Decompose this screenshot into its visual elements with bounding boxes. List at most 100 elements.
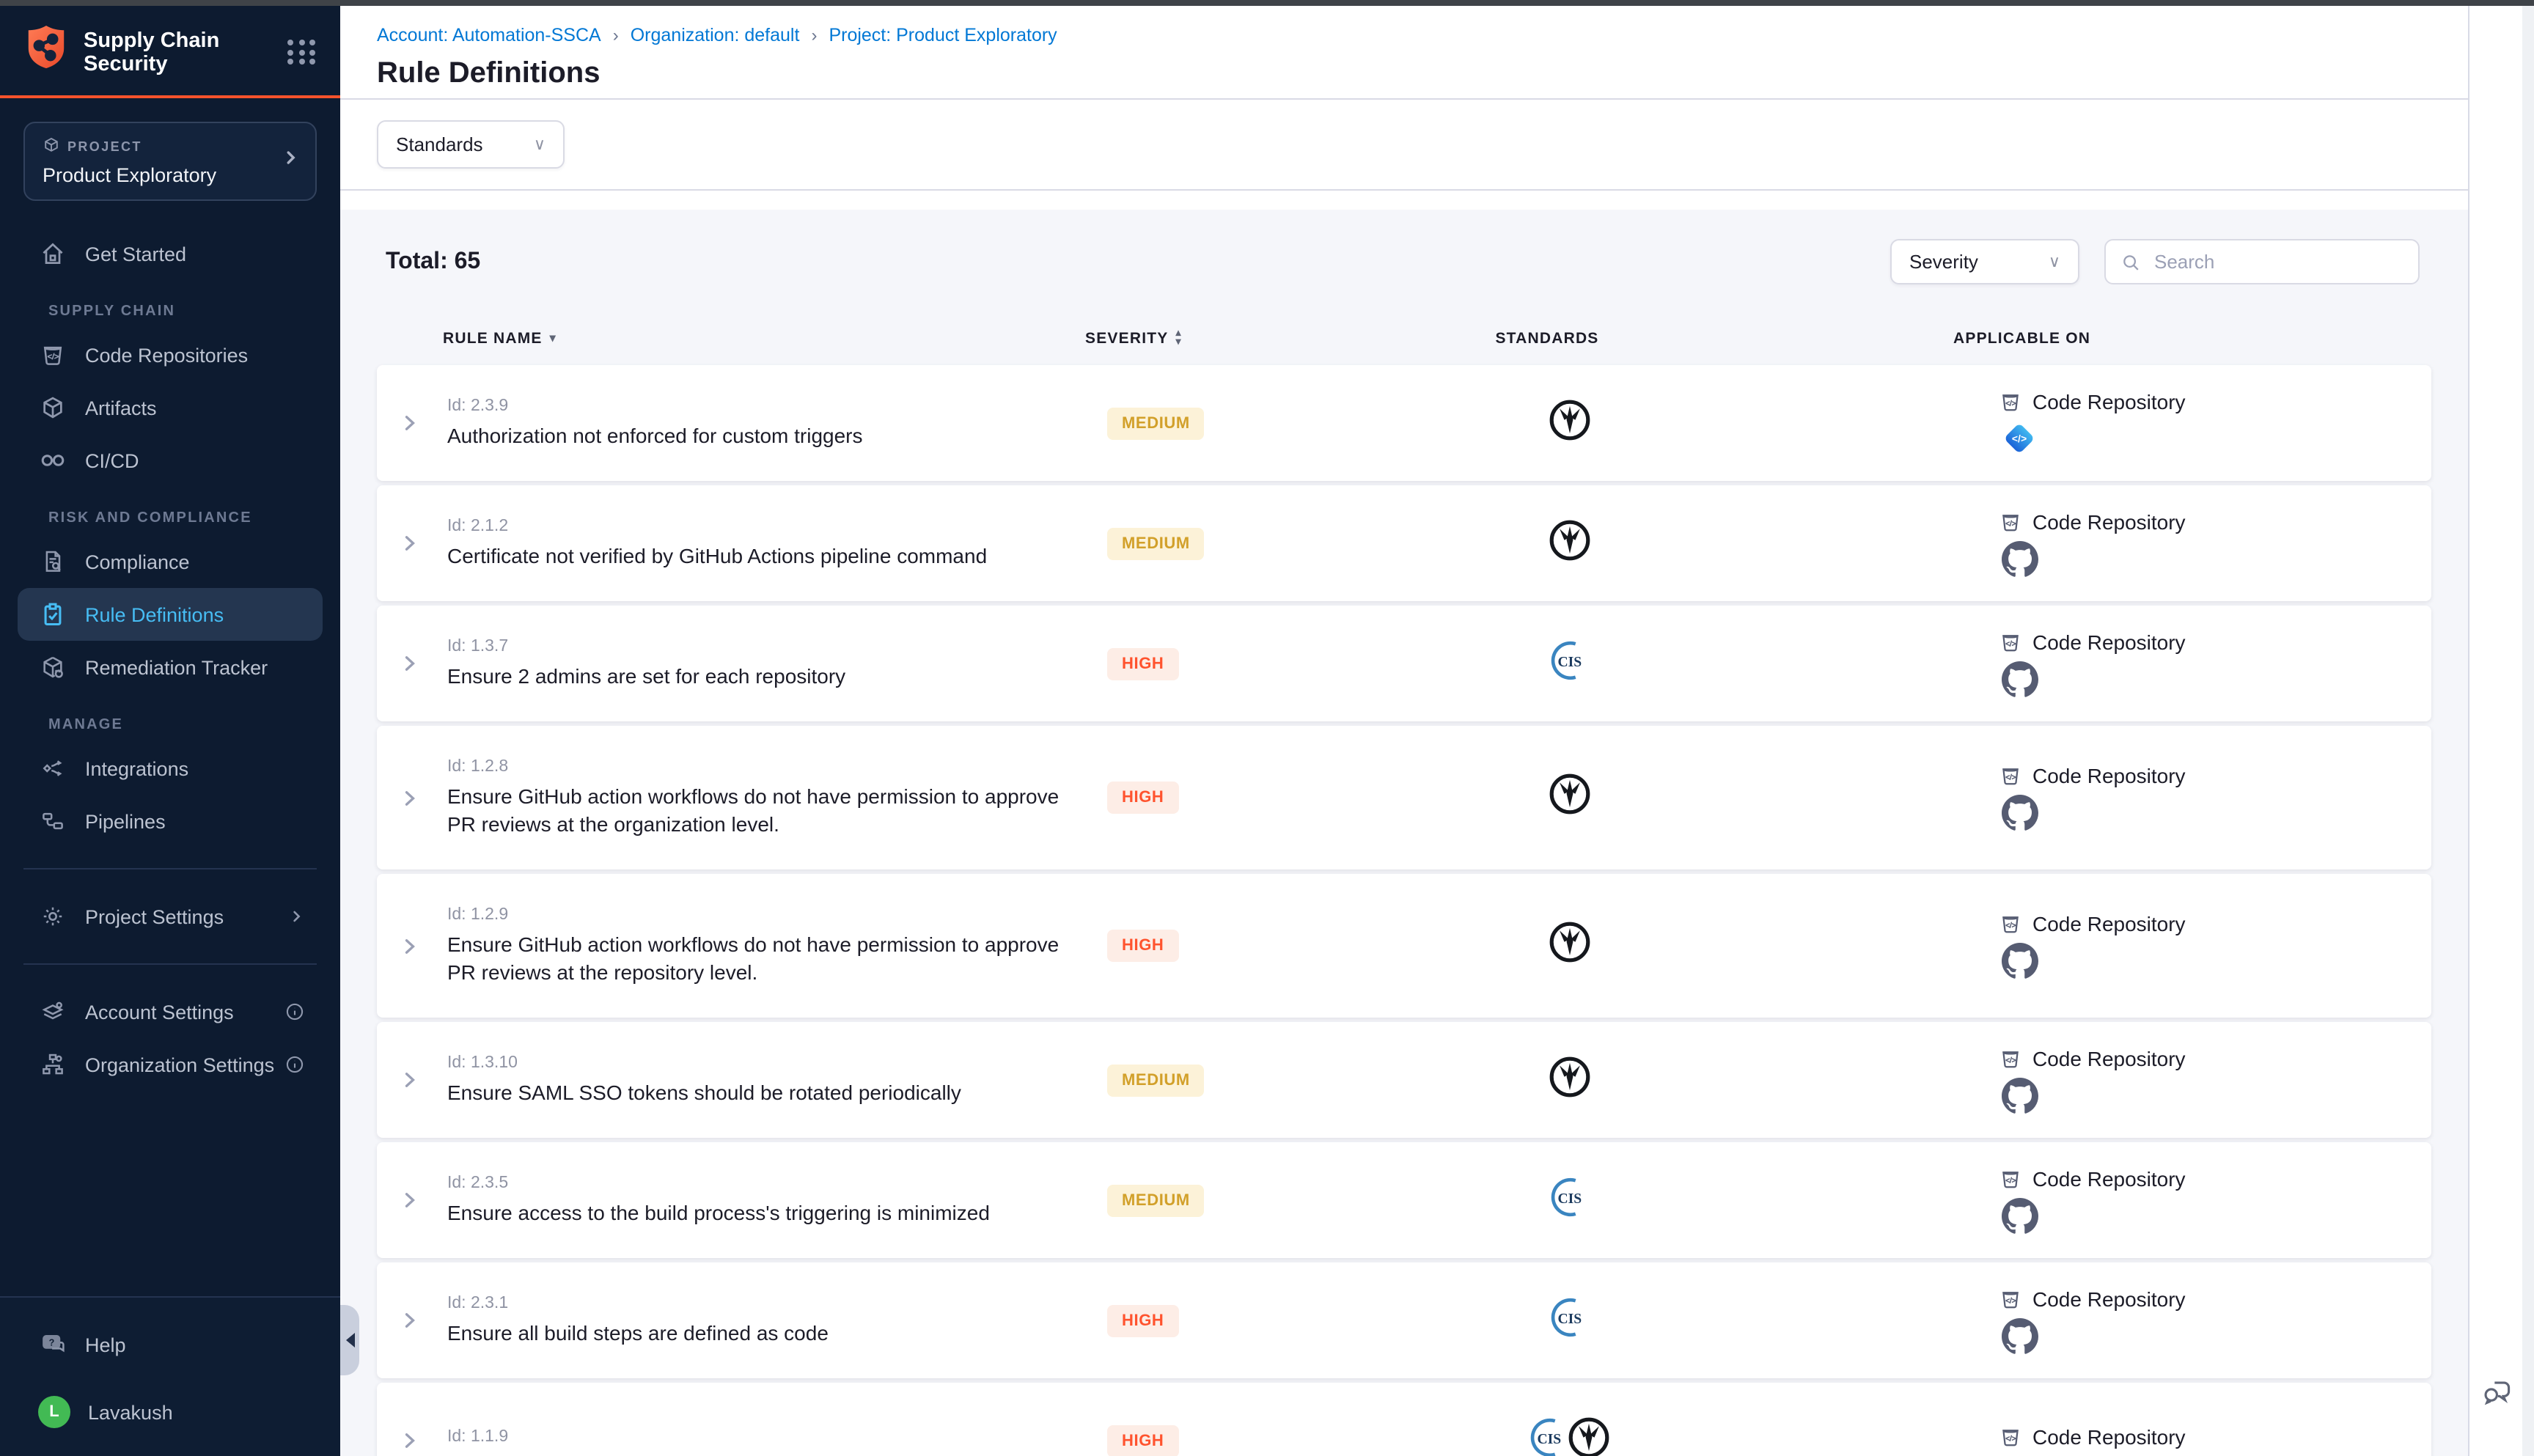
svg-text:CIS: CIS: [1557, 654, 1581, 669]
sidebar-item-pipelines[interactable]: Pipelines: [18, 795, 323, 848]
module-grid-icon[interactable]: [287, 40, 317, 65]
breadcrumb-account-link[interactable]: Account: Automation-SSCA: [377, 25, 601, 45]
sidebar-item-integrations[interactable]: Integrations: [18, 742, 323, 795]
rule-name: Ensure SAML SSO tokens should be rotated…: [447, 1078, 1107, 1106]
severity-badge: HIGH: [1107, 647, 1178, 680]
severity-filter-dropdown[interactable]: Severity ∨: [1890, 239, 2079, 284]
rules-list: Id: 2.3.9 Authorization not enforced for …: [377, 365, 2431, 1456]
total-count: Total: 65: [386, 249, 480, 275]
table-row[interactable]: Id: 1.3.10 Ensure SAML SSO tokens should …: [377, 1022, 2431, 1138]
table-row[interactable]: Id: 1.2.8 Ensure GitHub action workflows …: [377, 726, 2431, 869]
owasp-icon: [1546, 1054, 1592, 1106]
applicable-on-label: Code Repository: [2032, 764, 2186, 787]
divider: [23, 963, 317, 965]
column-header-severity[interactable]: SEVERITY ▴▾: [1085, 330, 1349, 348]
sidebar-item-code-repositories[interactable]: </> Code Repositories: [18, 328, 323, 381]
table-row[interactable]: Id: 2.3.5Ensure access to the build proc…: [377, 1142, 2431, 1258]
owasp-icon: [1546, 771, 1592, 824]
github-icon: [2002, 943, 2431, 979]
section-label-risk-and-compliance: RISK AND COMPLIANCE: [0, 510, 340, 535]
brand-title: Supply Chain Security: [84, 29, 219, 76]
applicable-on-label: Code Repository: [2032, 1287, 2186, 1310]
chat-help-icon[interactable]: [2481, 1375, 2513, 1415]
supply-chain-security-shield-logo-icon: [23, 23, 69, 81]
sidebar: Supply Chain Security PROJECT Product Ex…: [0, 6, 340, 1456]
code-repository-icon: </>: [1999, 1166, 2022, 1190]
sidebar-item-organization-settings[interactable]: Organization Settings: [18, 1038, 323, 1091]
search-box[interactable]: [2104, 239, 2420, 284]
rule-id: Id: 2.3.5: [447, 1174, 1107, 1191]
info-icon[interactable]: [284, 1001, 305, 1022]
table-row[interactable]: Id: 2.3.9 Authorization not enforced for …: [377, 365, 2431, 481]
applicable-on-label: Code Repository: [2032, 630, 2186, 653]
search-input[interactable]: [2151, 249, 2403, 274]
layers-gear-icon: [38, 997, 67, 1026]
owasp-icon: [1546, 517, 1592, 570]
search-icon: [2120, 251, 2141, 272]
github-icon: [2002, 1077, 2431, 1114]
chevron-right-icon[interactable]: [399, 1189, 447, 1211]
breadcrumb-separator: ›: [613, 25, 619, 45]
help-button[interactable]: ? Help: [18, 1318, 323, 1371]
svg-text:</>: </>: [2005, 400, 2016, 408]
severity-badge: MEDIUM: [1107, 527, 1205, 559]
cis-icon: CIS: [1546, 1174, 1592, 1227]
integrations-icon: [38, 754, 67, 783]
sidebar-item-account-settings[interactable]: Account Settings: [18, 985, 323, 1038]
divider: [23, 868, 317, 869]
table-row[interactable]: Id: 1.1.9 HIGH CIS </>Code Repository: [377, 1383, 2431, 1456]
sidebar-item-rule-definitions[interactable]: Rule Definitions: [18, 588, 323, 641]
table-row[interactable]: Id: 2.3.1Ensure all build steps are defi…: [377, 1262, 2431, 1378]
sidebar-item-compliance[interactable]: Compliance: [18, 535, 323, 588]
sidebar-collapse-handle[interactable]: [340, 1305, 359, 1375]
home-icon: [38, 239, 67, 268]
owasp-icon: [1566, 1414, 1612, 1456]
svg-text:</>: </>: [2012, 433, 2027, 444]
sidebar-item-get-started[interactable]: Get Started: [18, 227, 323, 280]
rule-name: Ensure all build steps are defined as co…: [447, 1319, 1107, 1347]
right-gutter: [2468, 6, 2534, 1456]
project-selector[interactable]: PROJECT Product Exploratory: [23, 122, 317, 201]
info-icon[interactable]: [284, 1054, 305, 1075]
svg-text:</>: </>: [2005, 922, 2016, 930]
rule-id: Id: 1.2.8: [447, 757, 1107, 775]
chevron-right-icon[interactable]: [399, 1069, 447, 1091]
sidebar-item-artifacts[interactable]: Artifacts: [18, 381, 323, 434]
table-row[interactable]: Id: 1.3.7Ensure 2 admins are set for eac…: [377, 606, 2431, 721]
table-row[interactable]: Id: 1.2.9Ensure GitHub action workflows …: [377, 874, 2431, 1018]
sidebar-dock: ? Help L Lavakush: [0, 1296, 340, 1456]
sidebar-item-cicd[interactable]: CI/CD: [18, 434, 323, 487]
rule-id: Id: 2.3.9: [447, 397, 1107, 414]
svg-text:</>: </>: [2005, 519, 2016, 527]
scrollbar[interactable]: [2522, 6, 2534, 1456]
sidebar-item-project-settings[interactable]: Project Settings: [18, 890, 323, 943]
severity-badge: MEDIUM: [1107, 1064, 1205, 1096]
artifacts-cube-icon: [38, 393, 67, 422]
avatar: L: [38, 1396, 70, 1428]
chevron-right-icon[interactable]: [399, 1430, 447, 1452]
rule-name: Authorization not enforced for custom tr…: [447, 422, 1107, 449]
chevron-right-icon[interactable]: [399, 935, 447, 957]
breadcrumb-organization-link[interactable]: Organization: default: [631, 25, 800, 45]
project-selector-value: Product Exploratory: [43, 164, 298, 186]
rule-name: Ensure 2 admins are set for each reposit…: [447, 662, 1107, 690]
code-repository-icon: </>: [1999, 510, 2022, 533]
chevron-right-icon[interactable]: [399, 787, 447, 809]
table-row[interactable]: Id: 2.1.2Certificate not verified by Git…: [377, 485, 2431, 601]
severity-badge: HIGH: [1107, 930, 1178, 962]
rule-name: Ensure GitHub action workflows do not ha…: [447, 782, 1107, 838]
section-label-supply-chain: SUPPLY CHAIN: [0, 304, 340, 328]
chevron-right-icon[interactable]: [399, 532, 447, 554]
rule-id: Id: 1.3.10: [447, 1054, 1107, 1071]
standards-filter-dropdown[interactable]: Standards ∨: [377, 120, 565, 169]
chevron-right-icon[interactable]: [399, 412, 447, 434]
column-header-rule-name[interactable]: RULE NAME ▾: [425, 330, 1085, 348]
sidebar-item-remediation-tracker[interactable]: Remediation Tracker: [18, 641, 323, 694]
chevron-down-icon: ∨: [2049, 252, 2060, 271]
owasp-icon: [1546, 397, 1592, 449]
breadcrumb-project-link[interactable]: Project: Product Exploratory: [829, 25, 1057, 45]
chevron-right-icon[interactable]: [399, 652, 447, 674]
chevron-right-icon[interactable]: [399, 1309, 447, 1331]
user-menu[interactable]: L Lavakush: [18, 1386, 323, 1438]
svg-text:</>: </>: [2005, 1056, 2016, 1064]
